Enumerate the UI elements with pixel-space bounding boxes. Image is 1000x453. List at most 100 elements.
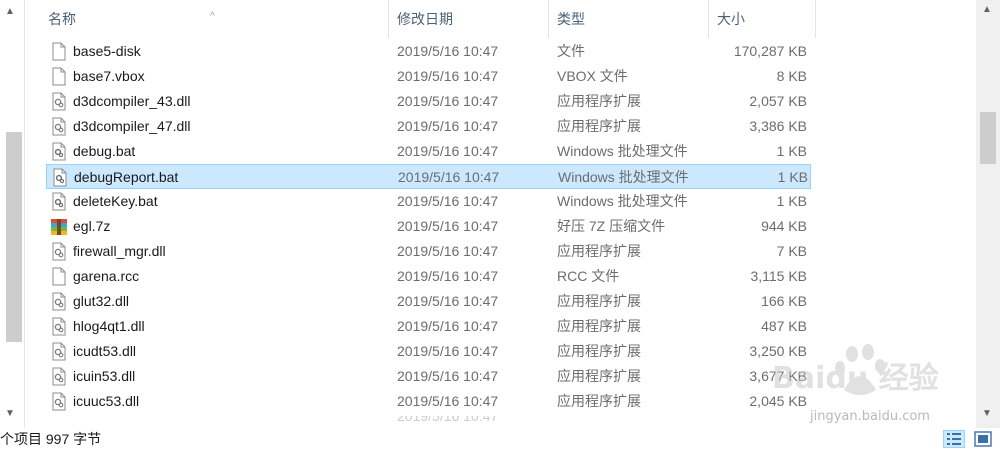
file-size: 170,287 KB bbox=[733, 43, 807, 59]
file-size: 8 KB bbox=[776, 68, 807, 84]
table-row[interactable]: icuuc53.dll 2019/5/16 10:47 应用程序扩展 2,045 KB bbox=[46, 389, 811, 414]
dll-file-icon bbox=[50, 392, 68, 411]
table-row[interactable]: hlog4qt1.dll 2019/5/16 10:47 应用程序扩展 487 KB bbox=[46, 314, 811, 339]
table-row[interactable]: glut32.dll 2019/5/16 10:47 应用程序扩展 166 KB bbox=[46, 289, 811, 314]
file-name: d3dcompiler_43.dll bbox=[73, 93, 191, 109]
file-size: 1 KB bbox=[776, 143, 807, 159]
column-header-name-label: 名称 bbox=[48, 11, 76, 27]
nav-scroll-down-arrow-icon[interactable]: ▼ bbox=[5, 408, 15, 419]
file-type: 文件 bbox=[557, 43, 585, 59]
nav-scrollbar-thumb[interactable] bbox=[6, 132, 22, 342]
bat-file-icon bbox=[50, 142, 68, 161]
details-view-button[interactable] bbox=[943, 430, 965, 448]
table-row[interactable]: firewall_mgr.dll 2019/5/16 10:47 应用程序扩展 7 K… bbox=[46, 239, 811, 264]
file-name: debug.bat bbox=[73, 143, 136, 159]
table-row[interactable]: debug.bat 2019/5/16 10:47 Windows 批处理文件 1 K… bbox=[46, 139, 811, 164]
column-header-size-label: 大小 bbox=[717, 11, 745, 27]
dll-file-icon bbox=[50, 92, 68, 111]
sort-ascending-icon: ^ bbox=[210, 11, 215, 22]
file-modified-date: 2019/5/16 10:47 bbox=[397, 318, 499, 334]
nav-scroll-up-arrow-icon[interactable]: ▲ bbox=[5, 6, 15, 17]
dll-file-icon bbox=[50, 292, 68, 311]
file-size: 2,057 KB bbox=[749, 93, 807, 109]
file-type: 应用程序扩展 bbox=[557, 118, 641, 134]
vertical-scrollbar[interactable]: ▲ ▼ bbox=[976, 0, 1000, 428]
watermark-url: jingyan.baidu.com bbox=[810, 409, 930, 424]
navigation-pane-edge: ▲ ▼ bbox=[0, 0, 25, 428]
table-row[interactable]: deleteKey.bat 2019/5/16 10:47 Windows 批处理文… bbox=[46, 189, 811, 214]
column-header-name[interactable]: 名称 ^ bbox=[40, 0, 388, 38]
table-row[interactable]: base5-disk 2019/5/16 10:47 文件 170,287 KB bbox=[46, 39, 811, 64]
file-size: 944 KB bbox=[761, 218, 807, 234]
file-modified-date: 2019/5/16 10:47 bbox=[397, 193, 499, 209]
file-type: 应用程序扩展 bbox=[557, 318, 641, 334]
file-modified-date: 2019/5/16 10:47 bbox=[397, 143, 499, 159]
file-type: 应用程序扩展 bbox=[557, 368, 641, 384]
table-row[interactable]: garena.rcc 2019/5/16 10:47 RCC 文件 3,115 KB bbox=[46, 264, 811, 289]
file-name: hlog4qt1.dll bbox=[73, 318, 145, 334]
baidu-paw-logo-icon: Baidu 经验 bbox=[772, 344, 939, 396]
blank-file-icon bbox=[50, 42, 68, 61]
file-modified-date: 2019/5/16 10:47 bbox=[397, 368, 499, 384]
file-type: Windows 批处理文件 bbox=[558, 169, 689, 185]
file-modified-date: 2019/5/16 10:47 bbox=[397, 293, 499, 309]
file-modified-date: 2019/5/16 10:47 bbox=[398, 169, 500, 185]
file-name: base7.vbox bbox=[73, 68, 145, 84]
dll-file-icon bbox=[50, 117, 68, 136]
file-type: VBOX 文件 bbox=[557, 68, 628, 84]
table-row[interactable]: egl.7z 2019/5/16 10:47 好压 7Z 压缩文件 944 KB bbox=[46, 214, 811, 239]
file-name: garena.rcc bbox=[73, 268, 140, 284]
file-type: 应用程序扩展 bbox=[557, 93, 641, 109]
archive-file-icon bbox=[50, 217, 68, 236]
table-row[interactable]: base7.vbox 2019/5/16 10:47 VBOX 文件 8 KB bbox=[46, 64, 811, 89]
table-row[interactable]: icudt53.dll 2019/5/16 10:47 应用程序扩展 3,250 KB bbox=[46, 339, 811, 364]
file-modified-date: 2019/5/16 10:47 bbox=[397, 268, 499, 284]
dll-file-icon bbox=[50, 317, 68, 336]
status-text: 个项目 997 字节 bbox=[0, 431, 102, 447]
column-header-row: 名称 ^ 修改日期 类型 大小 bbox=[40, 0, 976, 38]
file-modified-date: 2019/5/16 10:47 bbox=[397, 118, 499, 134]
dll-file-icon bbox=[50, 342, 68, 361]
scroll-down-arrow-icon[interactable]: ▼ bbox=[982, 408, 992, 419]
file-name: deleteKey.bat bbox=[73, 193, 158, 209]
table-row-partial[interactable]: 2019/5/16 10:47 bbox=[46, 416, 811, 428]
file-modified-date: 2019/5/16 10:47 bbox=[397, 93, 499, 109]
file-name: d3dcompiler_47.dll bbox=[73, 118, 191, 134]
file-size: 166 KB bbox=[761, 293, 807, 309]
file-modified-date: 2019/5/16 10:47 bbox=[397, 343, 499, 359]
table-row[interactable]: d3dcompiler_43.dll 2019/5/16 10:47 应用程序扩展 2… bbox=[46, 89, 811, 114]
scrollbar-thumb[interactable] bbox=[980, 112, 996, 164]
file-type: 应用程序扩展 bbox=[557, 243, 641, 259]
file-size: 3,386 KB bbox=[749, 118, 807, 134]
file-type: 应用程序扩展 bbox=[557, 343, 641, 359]
details-view-icon bbox=[947, 433, 961, 445]
file-size: 1 KB bbox=[776, 193, 807, 209]
file-modified-date: 2019/5/16 10:47 bbox=[397, 43, 499, 59]
file-modified-date: 2019/5/16 10:47 bbox=[397, 218, 499, 234]
bat-file-icon bbox=[50, 192, 68, 211]
column-header-date[interactable]: 修改日期 bbox=[388, 0, 548, 38]
scroll-up-arrow-icon[interactable]: ▲ bbox=[982, 4, 992, 15]
column-header-date-label: 修改日期 bbox=[397, 11, 453, 27]
row-date-partial: 2019/5/16 10:47 bbox=[397, 416, 499, 424]
table-row[interactable]: debugReport.bat 2019/5/16 10:47 Windows 批处… bbox=[46, 164, 811, 189]
file-name: icudt53.dll bbox=[73, 343, 137, 359]
column-header-type-label: 类型 bbox=[557, 11, 585, 27]
file-size: 1 KB bbox=[777, 169, 808, 185]
table-row[interactable]: d3dcompiler_47.dll 2019/5/16 10:47 应用程序扩展 3… bbox=[46, 114, 811, 139]
table-row[interactable]: icuin53.dll 2019/5/16 10:47 应用程序扩展 3,677 KB bbox=[46, 364, 811, 389]
dll-file-icon bbox=[50, 242, 68, 261]
column-header-type[interactable]: 类型 bbox=[548, 0, 708, 38]
large-icons-view-button[interactable] bbox=[972, 430, 994, 448]
file-type: 应用程序扩展 bbox=[557, 293, 641, 309]
watermark-brand: Baidu 经验 bbox=[772, 361, 939, 396]
file-modified-date: 2019/5/16 10:47 bbox=[397, 243, 499, 259]
file-size: 7 KB bbox=[776, 243, 807, 259]
file-name: debugReport.bat bbox=[74, 169, 179, 185]
column-header-size[interactable]: 大小 bbox=[708, 0, 816, 38]
file-type: 应用程序扩展 bbox=[557, 393, 641, 409]
file-modified-date: 2019/5/16 10:47 bbox=[397, 68, 499, 84]
blank-file-icon bbox=[50, 67, 68, 86]
status-bar: 个项目 997 字节 bbox=[0, 428, 1000, 450]
file-type: Windows 批处理文件 bbox=[557, 143, 688, 159]
